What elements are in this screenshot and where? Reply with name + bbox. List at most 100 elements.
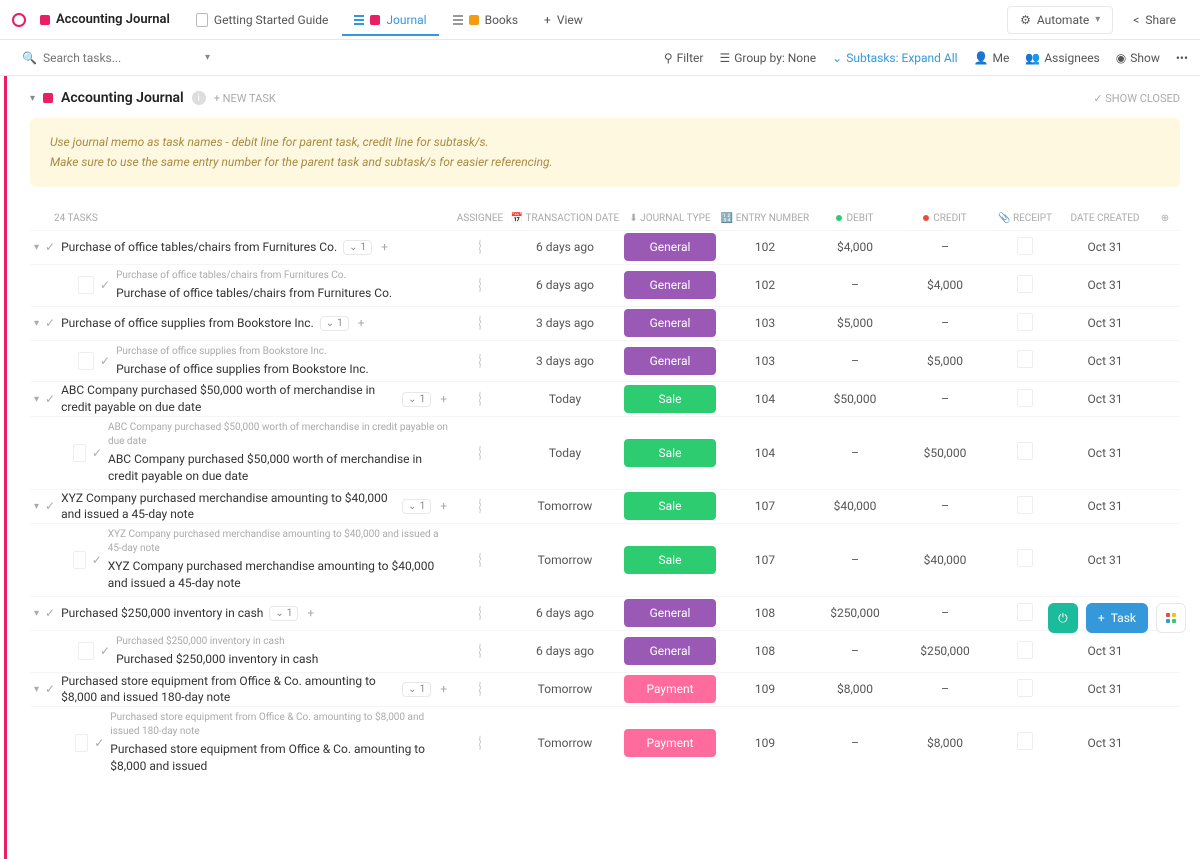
debit-cell[interactable]: $5,000 (810, 316, 900, 330)
col-receipt[interactable]: 📎 RECEIPT (990, 213, 1060, 224)
add-view-button[interactable]: + View (532, 7, 595, 33)
task-title[interactable]: XYZ Company purchased merchandise amount… (108, 559, 435, 590)
table-row[interactable]: ✓ ABC Company purchased $50,000 worth of… (30, 416, 1180, 489)
receipt-cell[interactable] (990, 389, 1060, 410)
receipt-cell[interactable] (990, 313, 1060, 334)
table-row[interactable]: ✓ Purchase of office supplies from Books… (30, 340, 1180, 382)
assignee-cell[interactable] (450, 278, 510, 292)
receipt-cell[interactable] (990, 496, 1060, 517)
table-row[interactable]: ▾ ✓ XYZ Company purchased merchandise am… (30, 489, 1180, 524)
assignee-cell[interactable] (450, 354, 510, 368)
credit-cell[interactable]: $4,000 (900, 278, 990, 292)
check-icon[interactable]: ✓ (45, 392, 55, 406)
record-icon[interactable] (12, 13, 26, 27)
assignee-cell[interactable] (450, 606, 510, 620)
assignee-cell[interactable] (450, 240, 510, 254)
type-cell[interactable]: Sale (620, 546, 720, 574)
check-icon[interactable]: ✓ (100, 644, 110, 658)
add-subtask-button[interactable]: + (378, 240, 391, 254)
add-subtask-button[interactable]: + (437, 682, 450, 696)
receipt-cell[interactable] (990, 350, 1060, 371)
receipt-cell[interactable] (990, 442, 1060, 463)
entry-cell[interactable]: 108 (720, 606, 810, 620)
receipt-cell[interactable] (990, 679, 1060, 700)
show-closed-button[interactable]: ✓ SHOW CLOSED (1093, 92, 1180, 105)
subtasks-button[interactable]: ⌄Subtasks: Expand All (832, 51, 957, 65)
add-subtask-button[interactable]: + (304, 606, 317, 620)
task-title[interactable]: ABC Company purchased $50,000 worth of m… (108, 452, 422, 483)
check-icon[interactable]: ✓ (94, 736, 104, 750)
check-icon[interactable]: ✓ (92, 553, 102, 567)
entry-cell[interactable]: 108 (720, 644, 810, 658)
type-cell[interactable]: Payment (620, 729, 720, 757)
date-cell[interactable]: 3 days ago (510, 316, 620, 330)
entry-cell[interactable]: 107 (720, 499, 810, 513)
credit-cell[interactable]: $8,000 (900, 736, 990, 750)
chevron-down-icon[interactable]: ▾ (205, 52, 210, 63)
col-transaction-date[interactable]: 📅 TRANSACTION DATE (510, 213, 620, 224)
subtask-badge[interactable]: ⌄1 (269, 606, 298, 621)
entry-cell[interactable]: 104 (720, 446, 810, 460)
type-cell[interactable]: General (620, 637, 720, 665)
entry-cell[interactable]: 102 (720, 240, 810, 254)
show-button[interactable]: ◉Show (1116, 51, 1160, 65)
debit-cell[interactable]: – (810, 446, 900, 460)
debit-cell[interactable]: – (810, 553, 900, 567)
credit-cell[interactable]: – (900, 606, 990, 620)
subtask-badge[interactable]: ⌄1 (320, 316, 349, 331)
table-row[interactable]: ✓ Purchased $250,000 inventory in cash P… (30, 630, 1180, 672)
date-cell[interactable]: Tomorrow (510, 499, 620, 513)
table-row[interactable]: ▾ ✓ Purchased $250,000 inventory in cash… (30, 596, 1180, 630)
col-date-created[interactable]: DATE CREATED (1060, 213, 1150, 224)
add-column-button[interactable]: ⊕ (1150, 213, 1180, 224)
date-cell[interactable]: Tomorrow (510, 736, 620, 750)
credit-cell[interactable]: $5,000 (900, 354, 990, 368)
more-button[interactable]: ••• (1176, 51, 1188, 65)
date-cell[interactable]: 6 days ago (510, 644, 620, 658)
col-credit[interactable]: CREDIT (900, 213, 990, 224)
info-icon[interactable]: i (192, 91, 206, 105)
task-title[interactable]: Purchase of office supplies from Booksto… (61, 315, 314, 332)
credit-cell[interactable]: – (900, 682, 990, 696)
check-icon[interactable]: ✓ (45, 316, 55, 330)
col-journal-type[interactable]: ⬇ JOURNAL TYPE (620, 213, 720, 224)
new-task-button[interactable]: + NEW TASK (214, 92, 276, 105)
type-cell[interactable]: General (620, 599, 720, 627)
share-button[interactable]: < Share (1121, 7, 1188, 33)
debit-cell[interactable]: $250,000 (810, 606, 900, 620)
task-title[interactable]: Purchase of office tables/chairs from Fu… (116, 286, 392, 300)
date-cell[interactable]: 3 days ago (510, 354, 620, 368)
entry-cell[interactable]: 104 (720, 392, 810, 406)
type-cell[interactable]: Payment (620, 675, 720, 703)
credit-cell[interactable]: – (900, 499, 990, 513)
debit-cell[interactable]: – (810, 644, 900, 658)
caret-icon[interactable]: ▾ (34, 394, 39, 405)
entry-cell[interactable]: 102 (720, 278, 810, 292)
credit-cell[interactable]: – (900, 392, 990, 406)
assignee-cell[interactable] (450, 736, 510, 750)
entry-cell[interactable]: 103 (720, 354, 810, 368)
assignee-cell[interactable] (450, 499, 510, 513)
caret-icon[interactable]: ▾ (34, 318, 39, 329)
subtask-badge[interactable]: ⌄1 (402, 499, 431, 514)
entry-cell[interactable]: 107 (720, 553, 810, 567)
receipt-cell[interactable] (990, 549, 1060, 570)
assignee-cell[interactable] (450, 316, 510, 330)
table-row[interactable]: ▾ ✓ Purchased store equipment from Offic… (30, 672, 1180, 707)
task-title[interactable]: XYZ Company purchased merchandise amount… (61, 490, 396, 524)
col-entry-number[interactable]: 🔢 ENTRY NUMBER (720, 213, 810, 224)
assignee-cell[interactable] (450, 553, 510, 567)
date-cell[interactable]: Today (510, 446, 620, 460)
breadcrumb-title[interactable]: Accounting Journal (28, 4, 182, 35)
tab-journal[interactable]: Journal (342, 5, 438, 35)
new-task-fab[interactable]: +Task (1086, 603, 1148, 633)
subtask-badge[interactable]: ⌄1 (402, 392, 431, 407)
table-row[interactable]: ✓ Purchased store equipment from Office … (30, 706, 1180, 779)
filter-button[interactable]: ⚲Filter (664, 51, 704, 65)
task-title[interactable]: ABC Company purchased $50,000 worth of m… (61, 382, 396, 416)
debit-cell[interactable]: – (810, 354, 900, 368)
check-icon[interactable]: ✓ (100, 354, 110, 368)
debit-cell[interactable]: $40,000 (810, 499, 900, 513)
assignee-cell[interactable] (450, 392, 510, 406)
date-cell[interactable]: 6 days ago (510, 278, 620, 292)
